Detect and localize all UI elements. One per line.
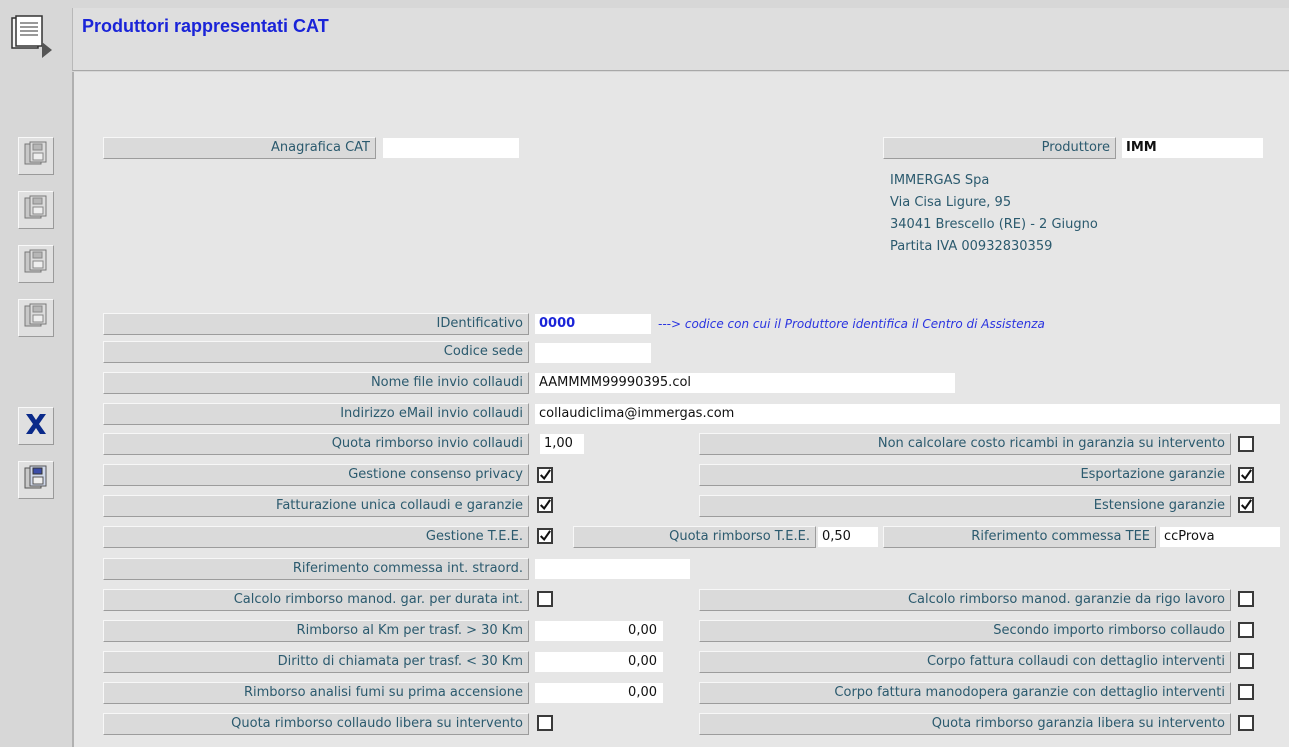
privacy-checkbox[interactable] — [537, 467, 553, 483]
corpo-collaudi-checkbox[interactable] — [1238, 653, 1254, 669]
quota-collaudo-libera-label: Quota rimborso collaudo libera su interv… — [103, 713, 529, 735]
calcolo-durata-label: Calcolo rimborso manod. gar. per durata … — [103, 589, 529, 611]
checkmark-icon — [1240, 499, 1252, 511]
save-button[interactable] — [18, 461, 54, 499]
diritto-chiamata-field[interactable]: 0,00 — [535, 652, 663, 672]
calcolo-durata-checkbox[interactable] — [537, 591, 553, 607]
email-label: Indirizzo eMail invio collaudi — [103, 403, 529, 425]
quota-garanzia-libera-checkbox[interactable] — [1238, 715, 1254, 731]
anagrafica-cat-field[interactable] — [383, 138, 519, 158]
identificativo-label: IDentificativo — [103, 313, 529, 335]
estensione-checkbox[interactable] — [1238, 497, 1254, 513]
produttore-address: IMMERGAS Spa Via Cisa Ligure, 95 34041 B… — [890, 170, 1098, 258]
floppy-disk-icon — [23, 302, 49, 334]
toolbar-button-3[interactable] — [18, 245, 54, 283]
gestione-tee-checkbox[interactable] — [537, 528, 553, 544]
close-button[interactable] — [18, 407, 54, 445]
corpo-manodopera-label: Corpo fattura manodopera garanzie con de… — [699, 682, 1231, 704]
nome-file-field[interactable]: AAMMMM99990395.col — [535, 373, 955, 393]
checkmark-icon — [539, 530, 551, 542]
address-line-2: Via Cisa Ligure, 95 — [890, 195, 1012, 210]
address-line-4: Partita IVA 00932830359 — [890, 239, 1053, 254]
esportazione-checkbox[interactable] — [1238, 467, 1254, 483]
identificativo-note: ---> codice con cui il Produttore identi… — [658, 317, 1045, 331]
floppy-disk-icon — [23, 140, 49, 172]
fatturazione-label: Fatturazione unica collaudi e garanzie — [103, 495, 529, 517]
gestione-tee-label: Gestione T.E.E. — [103, 526, 529, 548]
rimborso-fumi-field[interactable]: 0,00 — [535, 683, 663, 703]
toolbar-button-2[interactable] — [18, 191, 54, 229]
esportazione-label: Esportazione garanzie — [699, 464, 1231, 486]
form-icon — [8, 14, 52, 58]
rimborso-km-field[interactable]: 0,00 — [535, 621, 663, 641]
privacy-label: Gestione consenso privacy — [103, 464, 529, 486]
riferimento-tee-label: Riferimento commessa TEE — [883, 526, 1156, 548]
diritto-chiamata-label: Diritto di chiamata per trasf. < 30 Km — [103, 651, 529, 673]
codice-sede-field[interactable] — [535, 343, 651, 363]
codice-sede-label: Codice sede — [103, 341, 529, 363]
calcolo-rigo-checkbox[interactable] — [1238, 591, 1254, 607]
floppy-disk-icon — [23, 248, 49, 280]
address-line-3: 34041 Brescello (RE) - 2 Giugno — [890, 217, 1098, 232]
save-icon — [23, 464, 49, 496]
rimborso-fumi-label: Rimborso analisi fumi su prima accension… — [103, 682, 529, 704]
non-calcolare-checkbox[interactable] — [1238, 436, 1254, 452]
page-title: Produttori rappresentati CAT — [82, 16, 329, 36]
quota-collaudi-field[interactable]: 1,00 — [540, 434, 584, 454]
riferimento-tee-field[interactable]: ccProva — [1160, 527, 1280, 547]
checkmark-icon — [539, 469, 551, 481]
quota-tee-label: Quota rimborso T.E.E. — [573, 526, 816, 548]
address-line-1: IMMERGAS Spa — [890, 173, 990, 188]
fatturazione-checkbox[interactable] — [537, 497, 553, 513]
calcolo-rigo-label: Calcolo rimborso manod. garanzie da rigo… — [699, 589, 1231, 611]
identificativo-field[interactable]: 0000 — [535, 314, 651, 334]
toolbar-button-4[interactable] — [18, 299, 54, 337]
checkmark-icon — [1240, 469, 1252, 481]
nome-file-label: Nome file invio collaudi — [103, 372, 529, 394]
corpo-manodopera-checkbox[interactable] — [1238, 684, 1254, 700]
checkmark-icon — [539, 499, 551, 511]
riferimento-straord-field[interactable] — [535, 559, 690, 579]
floppy-disk-icon — [23, 194, 49, 226]
corpo-collaudi-label: Corpo fattura collaudi con dettaglio int… — [699, 651, 1231, 673]
quota-tee-field[interactable]: 0,50 — [818, 527, 878, 547]
close-icon — [22, 410, 50, 442]
non-calcolare-label: Non calcolare costo ricambi in garanzia … — [699, 433, 1231, 455]
toolbar-button-1[interactable] — [18, 137, 54, 175]
produttore-field[interactable]: IMM — [1122, 138, 1263, 158]
left-toolbar — [0, 0, 72, 747]
secondo-importo-label: Secondo importo rimborso collaudo — [699, 620, 1231, 642]
produttore-label: Produttore — [883, 137, 1116, 159]
riferimento-straord-label: Riferimento commessa int. straord. — [103, 558, 529, 580]
secondo-importo-checkbox[interactable] — [1238, 622, 1254, 638]
quota-garanzia-libera-label: Quota rimborso garanzia libera su interv… — [699, 713, 1231, 735]
quota-collaudo-libera-checkbox[interactable] — [537, 715, 553, 731]
anagrafica-cat-label: Anagrafica CAT — [103, 137, 376, 159]
estensione-label: Estensione garanzie — [699, 495, 1231, 517]
quota-collaudi-label: Quota rimborso invio collaudi — [103, 433, 529, 455]
email-field[interactable]: collaudiclima@immergas.com — [535, 404, 1280, 424]
rimborso-km-label: Rimborso al Km per trasf. > 30 Km — [103, 620, 529, 642]
